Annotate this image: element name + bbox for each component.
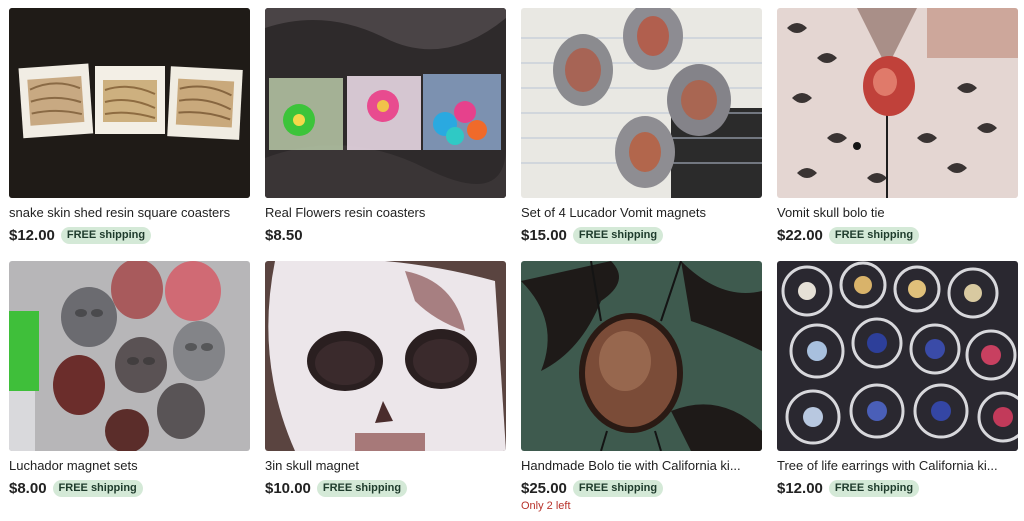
- listing-image[interactable]: [521, 8, 762, 198]
- listing-price: $25.00: [521, 479, 567, 497]
- listing-title[interactable]: Luchador magnet sets: [9, 458, 250, 474]
- listing-image[interactable]: [777, 261, 1018, 451]
- price-row: $8.50: [265, 225, 506, 245]
- listing-price: $15.00: [521, 226, 567, 244]
- listing-title[interactable]: Tree of life earrings with California ki…: [777, 458, 1018, 474]
- listing-title[interactable]: 3in skull magnet: [265, 458, 506, 474]
- free-shipping-badge: FREE shipping: [828, 479, 920, 497]
- listing-card[interactable]: 3in skull magnet $10.00 FREE shipping: [265, 261, 506, 498]
- listing-price: $22.00: [777, 226, 823, 244]
- free-shipping-badge: FREE shipping: [572, 479, 664, 497]
- listing-card[interactable]: snake skin shed resin square coasters $1…: [9, 8, 250, 245]
- listing-price: $8.50: [265, 226, 303, 244]
- free-shipping-badge: FREE shipping: [572, 226, 664, 244]
- free-shipping-badge: FREE shipping: [52, 479, 143, 497]
- price-row: $10.00 FREE shipping: [265, 478, 506, 498]
- listing-title[interactable]: Handmade Bolo tie with California ki...: [521, 458, 762, 474]
- price-row: $22.00 FREE shipping: [777, 225, 1018, 245]
- listing-card[interactable]: Handmade Bolo tie with California ki... …: [521, 261, 762, 512]
- price-row: $25.00 FREE shipping: [521, 478, 762, 498]
- listing-image[interactable]: [9, 261, 250, 451]
- listing-price: $12.00: [777, 479, 823, 497]
- listing-card[interactable]: Vomit skull bolo tie $22.00 FREE shippin…: [777, 8, 1018, 245]
- listing-price: $12.00: [9, 226, 55, 244]
- listing-title[interactable]: snake skin shed resin square coasters: [9, 205, 250, 221]
- listing-image[interactable]: [265, 261, 506, 451]
- price-row: $8.00 FREE shipping: [9, 478, 250, 498]
- listing-card[interactable]: Set of 4 Lucador Vomit magnets $15.00 FR…: [521, 8, 762, 245]
- free-shipping-badge: FREE shipping: [828, 226, 920, 244]
- free-shipping-badge: FREE shipping: [60, 226, 152, 244]
- listing-grid: snake skin shed resin square coasters $1…: [0, 0, 1024, 521]
- listing-price: $8.00: [9, 479, 47, 497]
- listing-price: $10.00: [265, 479, 311, 497]
- listing-card[interactable]: Real Flowers resin coasters $8.50: [265, 8, 506, 245]
- listing-title[interactable]: Vomit skull bolo tie: [777, 205, 1018, 221]
- listing-card[interactable]: Tree of life earrings with California ki…: [777, 261, 1018, 498]
- price-row: $12.00 FREE shipping: [9, 225, 250, 245]
- price-row: $12.00 FREE shipping: [777, 478, 1018, 498]
- listing-image[interactable]: [521, 261, 762, 451]
- listing-card[interactable]: Luchador magnet sets $8.00 FREE shipping: [9, 261, 250, 498]
- price-row: $15.00 FREE shipping: [521, 225, 762, 245]
- listing-image[interactable]: [9, 8, 250, 198]
- listing-image[interactable]: [265, 8, 506, 198]
- listing-image[interactable]: [777, 8, 1018, 198]
- free-shipping-badge: FREE shipping: [316, 479, 408, 497]
- stock-warning: Only 2 left: [521, 500, 571, 512]
- listing-title[interactable]: Real Flowers resin coasters: [265, 205, 506, 221]
- listing-title[interactable]: Set of 4 Lucador Vomit magnets: [521, 205, 762, 221]
